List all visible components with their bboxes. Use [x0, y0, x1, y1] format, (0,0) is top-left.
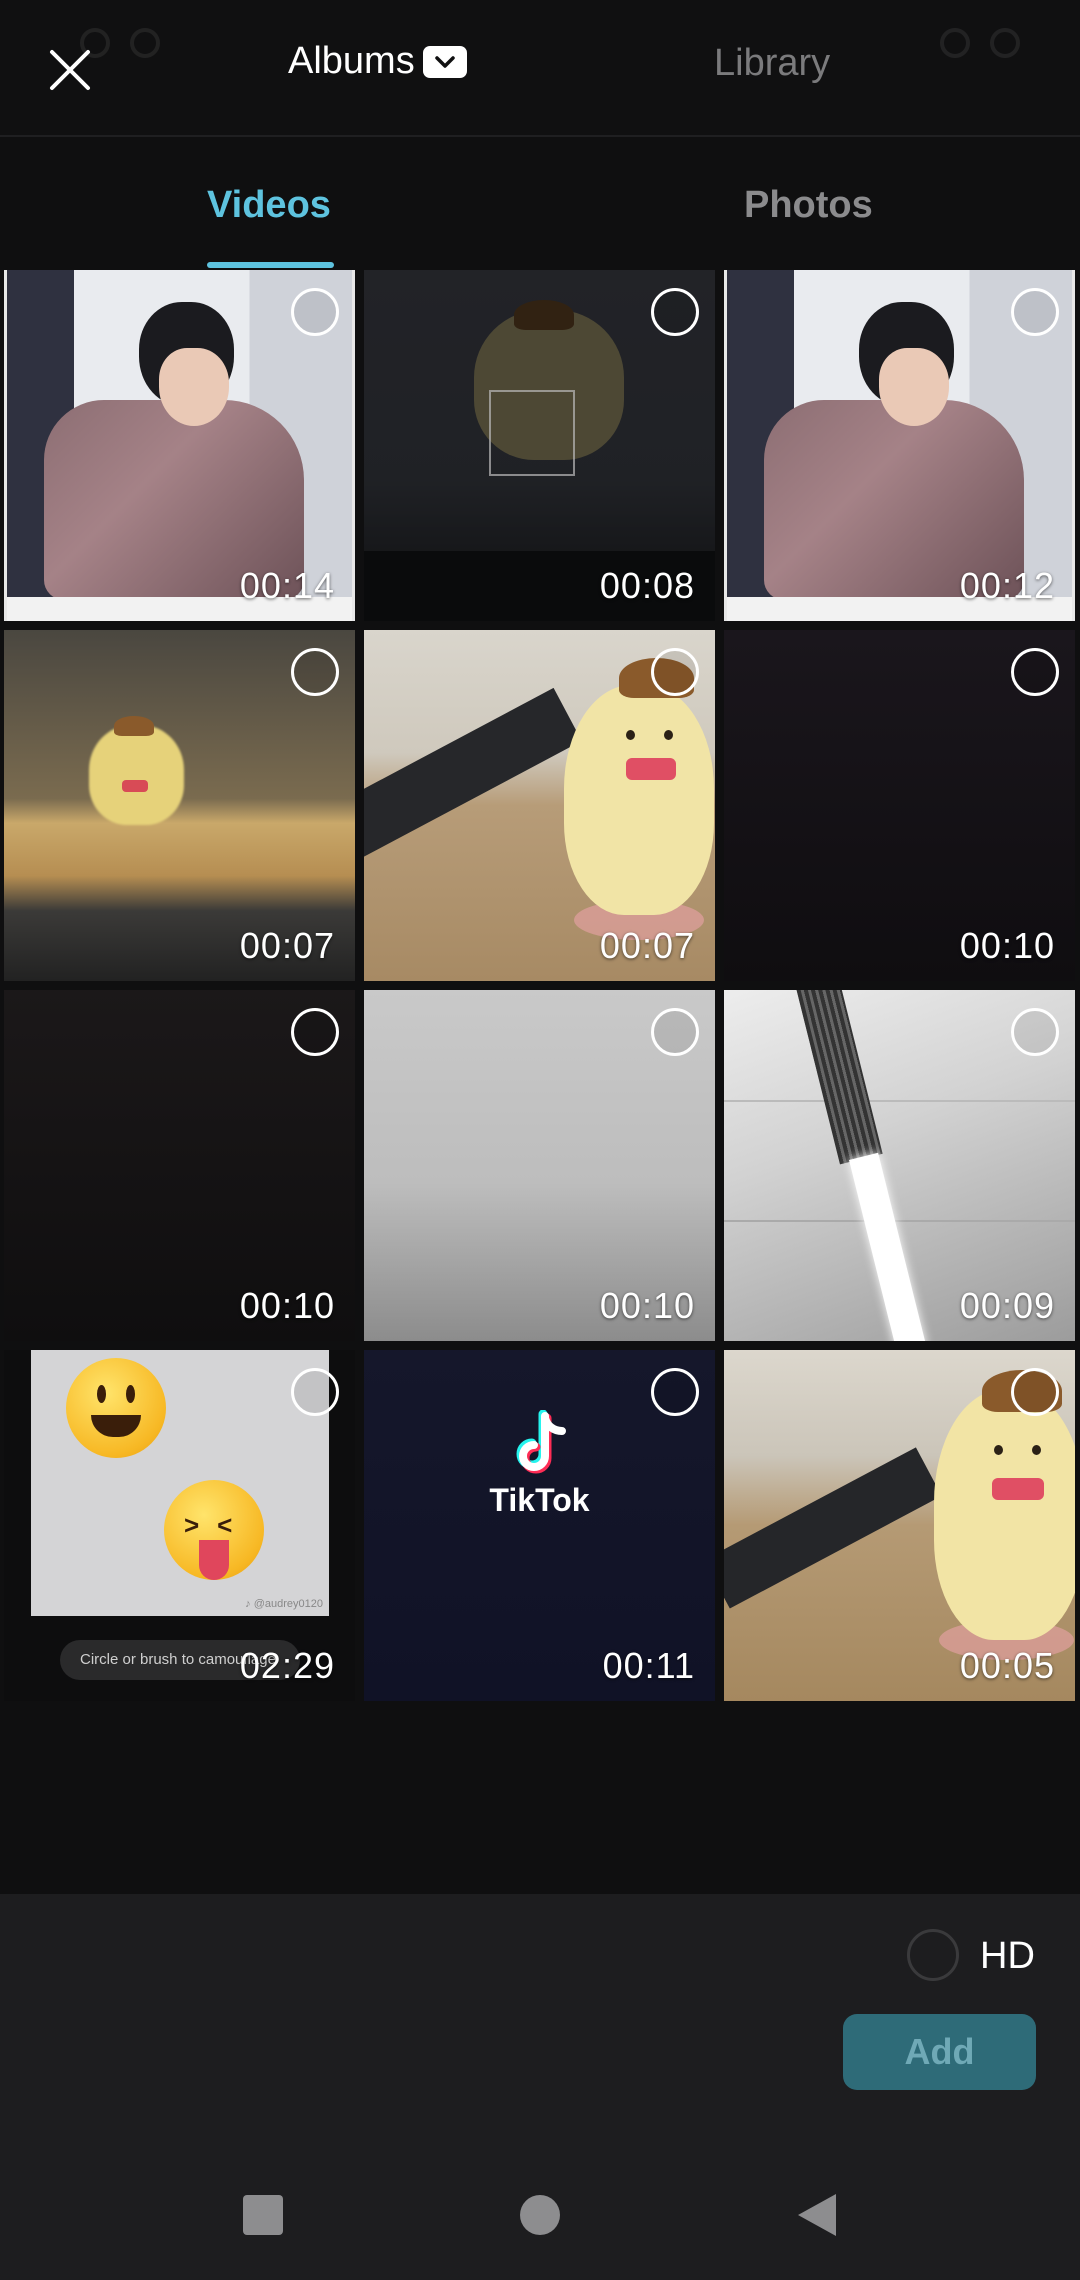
tab-videos[interactable]: Videos	[207, 184, 331, 227]
hd-toggle[interactable]	[907, 1929, 959, 1981]
media-tile[interactable]: 00:08	[364, 270, 715, 621]
active-tab-indicator	[207, 262, 334, 268]
circle-icon	[520, 2195, 560, 2235]
media-tile[interactable]: 00:12	[724, 270, 1075, 621]
selection-circle-icon[interactable]	[291, 648, 339, 696]
selection-circle-icon[interactable]	[291, 288, 339, 336]
square-icon	[243, 2195, 283, 2235]
tab-photos[interactable]: Photos	[744, 184, 873, 227]
status-dot-icon	[940, 28, 970, 58]
video-duration: 00:07	[239, 925, 335, 966]
close-icon	[50, 50, 90, 90]
media-grid: 00:14 00:08 00:12 00:07 00:07 00:10 00:1…	[4, 270, 1076, 1701]
status-dot-icon	[990, 28, 1020, 58]
video-duration: 00:05	[959, 1645, 1055, 1686]
recents-button[interactable]	[238, 2190, 288, 2240]
selection-circle-icon[interactable]	[291, 1368, 339, 1416]
media-tile[interactable]: 00:05	[724, 1350, 1075, 1701]
video-duration: 00:14	[239, 565, 335, 606]
video-duration: 00:10	[599, 1285, 695, 1326]
triangle-back-icon	[798, 2194, 836, 2236]
video-duration: 00:08	[599, 565, 695, 606]
library-tab[interactable]: Library	[714, 42, 830, 85]
albums-label: Albums	[288, 40, 415, 82]
media-type-tabs: Videos Photos	[0, 139, 1080, 269]
hd-label: HD	[980, 1935, 1035, 1977]
video-duration: 00:10	[959, 925, 1055, 966]
video-duration: 00:10	[239, 1285, 335, 1326]
video-duration: 00:09	[959, 1285, 1055, 1326]
back-button[interactable]	[792, 2190, 842, 2240]
albums-dropdown[interactable]: Albums	[288, 40, 467, 83]
selection-circle-icon[interactable]	[651, 1368, 699, 1416]
selection-circle-icon[interactable]	[1011, 1008, 1059, 1056]
media-tile[interactable]: 00:10	[724, 630, 1075, 981]
selection-circle-icon[interactable]	[651, 288, 699, 336]
chevron-down-icon	[422, 45, 467, 78]
status-dot-icon	[130, 28, 160, 58]
media-tile[interactable]: TikTok 00:11	[364, 1350, 715, 1701]
media-tile[interactable]: >< ♪ @audrey0120 Circle or brush to camo…	[4, 1350, 355, 1701]
video-duration: 00:07	[599, 925, 695, 966]
thumbnail-handle: ♪ @audrey0120	[245, 1598, 323, 1610]
video-duration: 00:11	[602, 1645, 695, 1686]
selection-circle-icon[interactable]	[1011, 1368, 1059, 1416]
media-tile[interactable]: 00:14	[4, 270, 355, 621]
media-tile[interactable]: 00:07	[364, 630, 715, 981]
selection-circle-icon[interactable]	[291, 1008, 339, 1056]
add-button[interactable]: Add	[843, 2014, 1036, 2090]
home-button[interactable]	[515, 2190, 565, 2240]
media-tile[interactable]: 00:07	[4, 630, 355, 981]
selection-circle-icon[interactable]	[651, 648, 699, 696]
media-tile[interactable]: 00:09	[724, 990, 1075, 1341]
selection-circle-icon[interactable]	[1011, 288, 1059, 336]
close-button[interactable]	[36, 36, 104, 104]
tiktok-logo-icon	[516, 1410, 566, 1474]
media-tile[interactable]: 00:10	[364, 990, 715, 1341]
video-duration: 02:29	[239, 1645, 335, 1686]
tiktok-logo-text: TikTok	[489, 1482, 590, 1518]
top-bar: Albums Library	[0, 0, 1080, 137]
selection-circle-icon[interactable]	[1011, 648, 1059, 696]
status-bar-ghost	[80, 18, 1020, 68]
video-duration: 00:12	[959, 565, 1055, 606]
selection-circle-icon[interactable]	[651, 1008, 699, 1056]
media-tile[interactable]: 00:10	[4, 990, 355, 1341]
